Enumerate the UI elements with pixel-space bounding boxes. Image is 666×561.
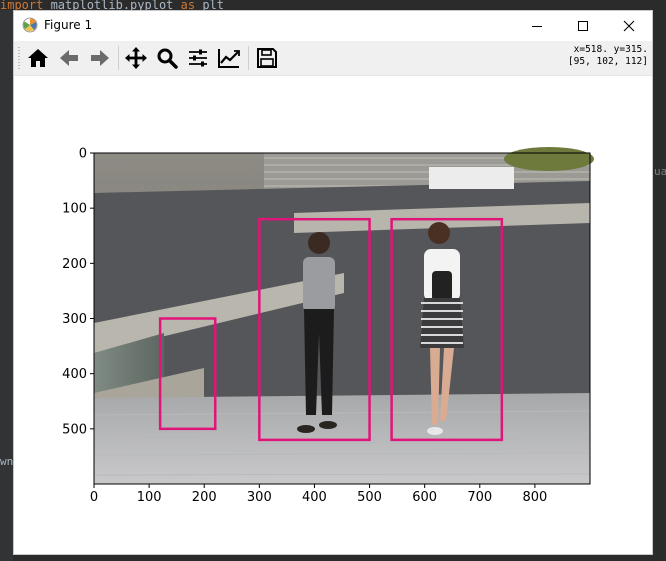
photo-person-left-shoe [319, 421, 337, 429]
magnifier-icon [157, 48, 178, 69]
photo-floor [94, 393, 590, 484]
x-tick-label: 400 [302, 490, 327, 505]
arrow-right-icon [91, 50, 109, 66]
photo-person-left-shoe [297, 425, 315, 433]
code-alias: plt [195, 0, 224, 10]
editor-left-fragment: wn [0, 455, 13, 468]
x-tick-label: 700 [467, 490, 492, 505]
x-tick-label: 300 [247, 490, 272, 505]
figure-canvas[interactable]: 0 100 200 300 400 500 600 700 800 0 100 200 300 400 50… [14, 76, 652, 554]
x-tick-label: 800 [522, 490, 547, 505]
subplots-button[interactable] [185, 45, 211, 71]
forward-button[interactable] [87, 45, 113, 71]
x-tick-label: 200 [192, 490, 217, 505]
back-button[interactable] [56, 45, 82, 71]
move-arrows-icon [125, 47, 147, 69]
y-tick-label: 400 [62, 367, 87, 382]
save-button[interactable] [254, 45, 280, 71]
close-icon [623, 20, 635, 32]
code-keyword-as: as [180, 0, 196, 10]
photo-person-right-head [428, 222, 450, 244]
sliders-icon [189, 49, 207, 67]
photo-person-right-backpack [432, 271, 452, 301]
editor-gutter [0, 10, 13, 561]
minimize-icon [532, 26, 542, 27]
window-title: Figure 1 [44, 18, 93, 32]
cursor-position-readout: x=518. y=315. [573, 44, 648, 55]
x-tick-label: 100 [137, 490, 162, 505]
photo-person-left-top [303, 257, 335, 312]
y-tick-label: 200 [62, 257, 87, 272]
cursor-coordinates: x=518. y=315. [95, 102, 112] [568, 44, 648, 68]
minimize-button[interactable] [514, 11, 560, 41]
x-tick-label: 500 [357, 490, 382, 505]
pixel-value-readout: [95, 102, 112] [567, 56, 648, 67]
navigation-toolbar: x=518. y=315. [95, 102, 112] [14, 41, 652, 76]
x-tick-label: 0 [90, 490, 98, 505]
chart-line-icon [218, 49, 240, 68]
maximize-button[interactable] [560, 11, 606, 41]
photo-bench [429, 167, 514, 189]
zoom-button[interactable] [154, 45, 180, 71]
photo-greenery [504, 147, 594, 171]
figure-window: Figure 1 x=518. y=315. [95, 102, 112] 0 … [13, 10, 653, 555]
y-tick-label: 500 [62, 422, 87, 437]
edit-axes-button[interactable] [216, 45, 242, 71]
photo-person-right-shoe [427, 427, 443, 435]
editor-right-strip: ua [652, 10, 666, 561]
y-tick-label: 100 [62, 202, 87, 217]
home-button[interactable] [25, 45, 51, 71]
photo-person-right-skirt [420, 298, 464, 348]
code-keyword-import: import [0, 0, 44, 10]
photo-person-left-head [308, 232, 330, 254]
plot-area[interactable]: 0 100 200 300 400 500 600 700 800 0 100 200 300 400 50… [14, 76, 652, 554]
floppy-disk-icon [257, 48, 277, 68]
x-tick-label: 600 [412, 490, 437, 505]
close-button[interactable] [606, 11, 652, 41]
arrow-left-icon [60, 50, 78, 66]
y-tick-label: 300 [62, 312, 87, 327]
y-tick-label: 0 [79, 147, 87, 162]
pan-button[interactable] [123, 45, 149, 71]
toolbar-separator [118, 46, 119, 70]
toolbar-separator [248, 46, 249, 70]
editor-right-fragment: ua [654, 165, 666, 178]
maximize-icon [578, 21, 588, 31]
toolbar-grip[interactable] [18, 47, 20, 69]
matplotlib-logo-icon [22, 17, 38, 33]
home-icon [28, 49, 48, 67]
code-module: matplotlib.pyplot [43, 0, 181, 10]
title-bar[interactable]: Figure 1 [14, 11, 652, 41]
street-photo [94, 147, 594, 484]
editor-code-line: import matplotlib.pyplot as plt [0, 0, 666, 10]
